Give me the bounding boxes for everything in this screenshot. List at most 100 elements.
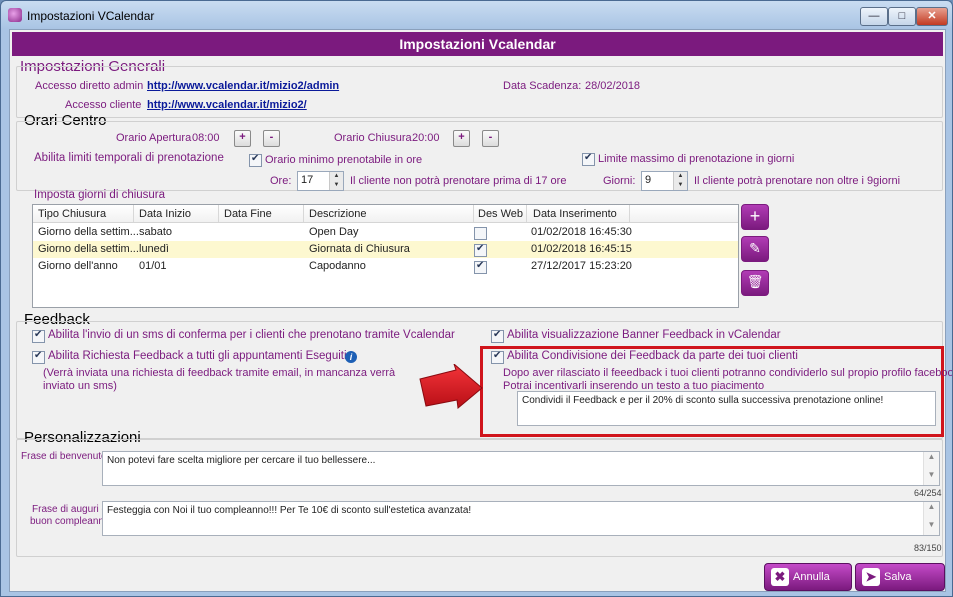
info-icon[interactable]: i [345, 351, 357, 363]
birthday-label-1: Frase di auguri di [32, 504, 110, 515]
cancel-label: Annulla [793, 571, 830, 583]
desweb-checkbox[interactable] [474, 243, 487, 257]
minimize-button[interactable]: — [860, 7, 888, 26]
birthday-label-2: buon compleanno [30, 516, 110, 527]
feedback-request-note-2: inviato un sms) [43, 380, 117, 392]
client-url-link[interactable]: http://www.vcalendar.it/mizio2/ [147, 99, 307, 111]
scrollbar[interactable]: ▲ ▼ [923, 452, 939, 485]
welcome-label: Frase di benvenuto [21, 451, 107, 462]
app-icon [8, 8, 22, 22]
window-content: Impostazioni Vcalendar Impostazioni Gene… [9, 29, 952, 592]
share-feedback-desc-1: Dopo aver rilasciato il feeedback i tuoi… [503, 367, 953, 379]
share-feedback-checkbox[interactable] [491, 350, 504, 364]
table-header: Tipo Chiusura Data Inizio Data Fine Desc… [33, 205, 738, 223]
pencil-icon: ✎ [749, 240, 761, 256]
window-title: Impostazioni VCalendar [27, 9, 155, 23]
feedback-request-label: Abilita Richiesta Feedback a tutti gli a… [48, 350, 347, 362]
client-access-label: Accesso cliente [65, 99, 142, 111]
open-time-plus-button[interactable]: + [234, 130, 251, 147]
cell-descrizione: Capodanno [309, 260, 366, 272]
cancel-button[interactable]: ✖ Annulla [764, 563, 852, 591]
desweb-checkbox[interactable] [474, 227, 487, 240]
edit-closure-button[interactable]: ✎ [741, 236, 769, 262]
cell-tipo: Giorno della settim... [38, 226, 139, 238]
table-row[interactable]: Giorno della settim... sabato Open Day 0… [33, 224, 738, 241]
max-days-field-label: Giorni: [603, 175, 636, 187]
close-time-label: Orario Chiusura [334, 132, 412, 144]
welcome-counter: 64/254 [914, 488, 942, 498]
column-header[interactable]: Descrizione [309, 208, 366, 220]
admin-access-label: Accesso diretto admin [35, 80, 144, 92]
welcome-text: Non potevi fare scelta migliore per cerc… [107, 455, 376, 466]
close-time-minus-button[interactable]: - [482, 130, 499, 147]
close-button[interactable]: ✕ [916, 7, 948, 26]
red-arrow-icon [419, 364, 483, 409]
min-hours-value: 17 [301, 174, 314, 186]
max-days-stepper[interactable]: 9 ▲ ▼ [641, 171, 688, 191]
birthday-counter: 83/150 [914, 543, 942, 553]
share-text-value: Condividi il Feedback e per il 20% di sc… [522, 395, 884, 406]
share-feedback-label: Abilita Condivisione dei Feedback da par… [507, 350, 798, 362]
cell-inserimento: 01/02/2018 16:45:15 [531, 243, 632, 255]
scrollbar[interactable]: ▲ ▼ [923, 502, 939, 535]
expiry-value: 28/02/2018 [585, 80, 641, 92]
close-time-value: 20:00 [412, 132, 440, 144]
banner-feedback-checkbox[interactable] [491, 329, 504, 343]
maximize-button[interactable]: □ [888, 7, 916, 26]
sms-label: Abilita l'invio di un sms di conferma pe… [48, 329, 455, 341]
desweb-checkbox[interactable] [474, 260, 487, 274]
cell-descrizione: Giornata di Chiusura [309, 243, 410, 255]
feedback-request-note-1: (Verrà inviata una richiesta di feedback… [43, 367, 396, 379]
cell-descrizione: Open Day [309, 226, 359, 238]
min-hours-check-label: Orario minimo prenotabile in ore [265, 154, 423, 166]
sms-checkbox[interactable] [32, 329, 45, 343]
share-text-input[interactable]: Condividi il Feedback e per il 20% di sc… [517, 391, 936, 426]
birthday-text: Festeggia con Noi il tuo compleanno!!! P… [107, 505, 472, 516]
settings-window: Impostazioni VCalendar — □ ✕ Impostazion… [0, 0, 953, 597]
feedback-request-checkbox[interactable] [32, 350, 45, 364]
min-hours-field-label: Ore: [270, 175, 292, 187]
add-closure-button[interactable]: + [741, 204, 769, 230]
closures-heading: Imposta giorni di chiusura [34, 189, 166, 201]
table-row[interactable]: Giorno dell'anno 01/01 Capodanno 27/12/2… [33, 258, 738, 275]
cell-inserimento: 27/12/2017 15:23:20 [531, 260, 632, 272]
open-time-label: Orario Apertura [116, 132, 192, 144]
min-hours-checkbox[interactable] [249, 153, 262, 167]
save-arrow-icon: ➤ [862, 568, 880, 586]
trash-icon: 🗑 [746, 274, 764, 289]
cell-inizio: lunedì [139, 243, 169, 255]
closures-table[interactable]: Tipo Chiusura Data Inizio Data Fine Desc… [32, 204, 739, 308]
open-time-value: 08:00 [192, 132, 220, 144]
stepper-arrows-icon[interactable]: ▲ ▼ [673, 172, 687, 190]
plus-icon: + [749, 206, 761, 226]
column-header[interactable]: Tipo Chiusura [38, 208, 106, 220]
admin-url-link[interactable]: http://www.vcalendar.it/mizio2/admin [147, 80, 339, 92]
column-header[interactable]: Data Inizio [139, 208, 191, 220]
save-label: Salva [884, 571, 912, 583]
cell-inizio: 01/01 [139, 260, 167, 272]
max-days-checkbox[interactable] [582, 152, 595, 166]
delete-closure-button[interactable]: 🗑 [741, 270, 769, 296]
column-header[interactable]: Des Web [478, 208, 523, 220]
time-limits-label: Abilita limiti temporali di prenotazione [34, 152, 224, 164]
birthday-input[interactable]: Festeggia con Noi il tuo compleanno!!! P… [102, 501, 940, 536]
min-hours-stepper[interactable]: 17 ▲ ▼ [297, 171, 344, 191]
cell-tipo: Giorno della settim... [38, 243, 139, 255]
title-bar: Impostazioni VCalendar — □ ✕ [1, 1, 952, 29]
welcome-input[interactable]: Non potevi fare scelta migliore per cerc… [102, 451, 940, 486]
column-header[interactable]: Data Fine [224, 208, 272, 220]
open-time-minus-button[interactable]: - [263, 130, 280, 147]
max-days-value: 9 [645, 174, 652, 186]
cell-inserimento: 01/02/2018 16:45:30 [531, 226, 632, 238]
table-row[interactable]: Giorno della settim... lunedì Giornata d… [33, 241, 738, 258]
cancel-x-icon: ✖ [771, 568, 789, 586]
max-days-check-label: Limite massimo di prenotazione in giorni [598, 153, 795, 165]
header-banner: Impostazioni Vcalendar [12, 32, 943, 56]
min-hours-hint: Il cliente non potrà prenotare prima di … [350, 175, 567, 187]
close-time-plus-button[interactable]: + [453, 130, 470, 147]
cell-tipo: Giorno dell'anno [38, 260, 118, 272]
stepper-arrows-icon[interactable]: ▲ ▼ [329, 172, 343, 190]
cell-inizio: sabato [139, 226, 173, 238]
column-header[interactable]: Data Inserimento [533, 208, 617, 220]
save-button[interactable]: ➤ Salva [855, 563, 945, 591]
